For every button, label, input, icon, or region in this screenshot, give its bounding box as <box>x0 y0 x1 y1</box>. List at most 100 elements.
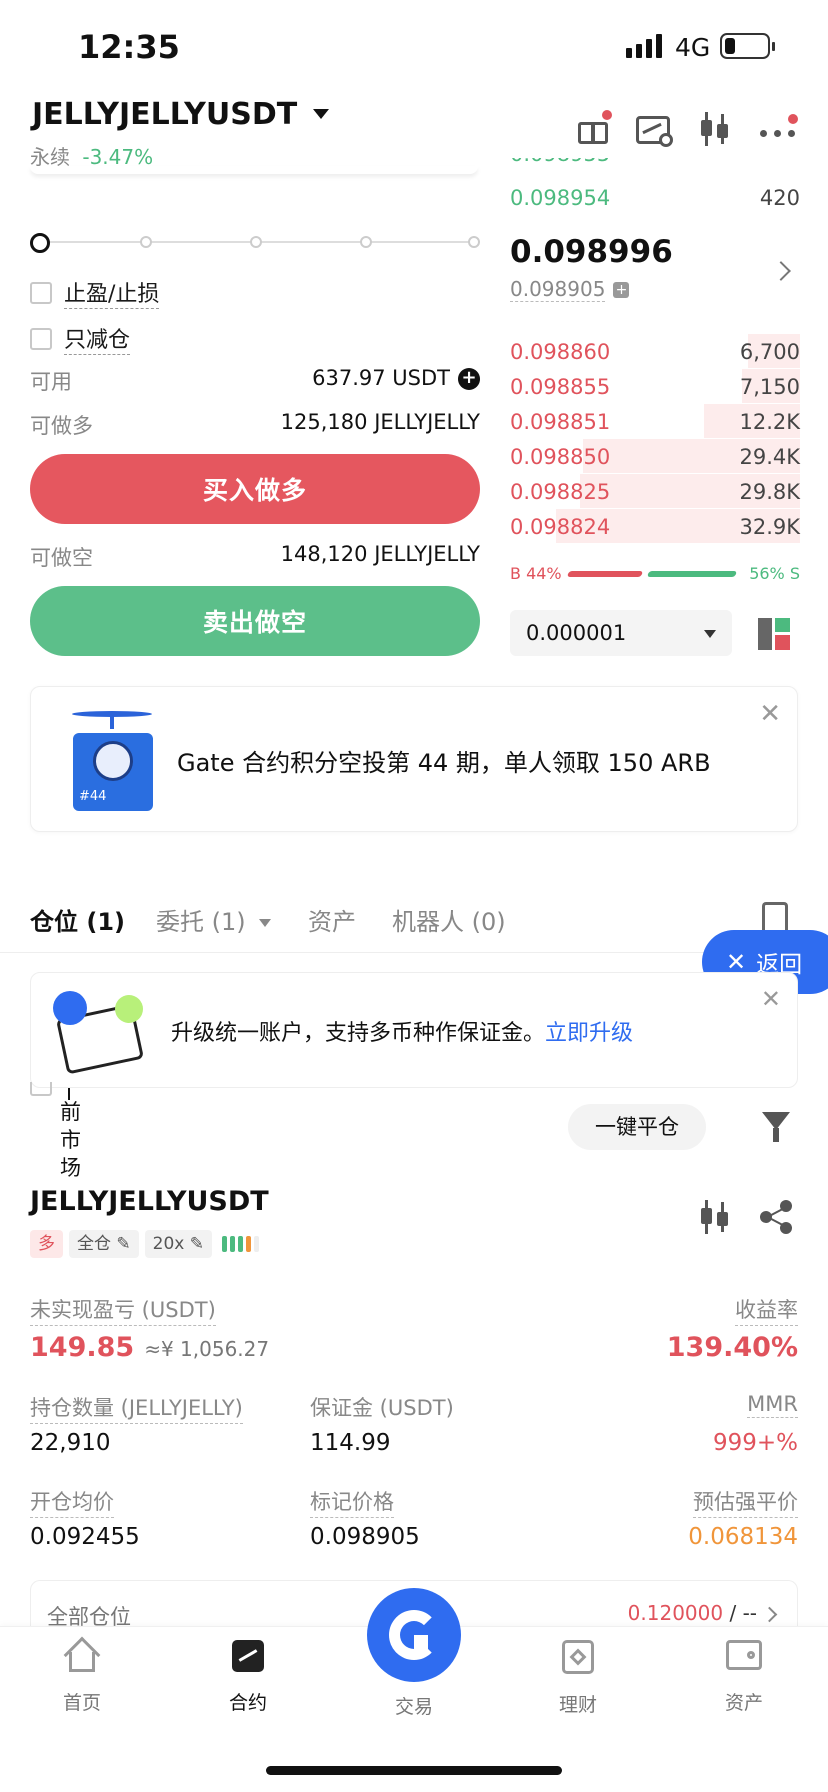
mmr-label: MMR <box>747 1392 798 1418</box>
tp-sl-option[interactable]: 止盈/止损 <box>30 276 160 309</box>
bid-row[interactable]: 0.098850 29.4K <box>510 439 800 473</box>
all-positions-suffix: / -- <box>729 1601 757 1625</box>
unrealized-pnl-value: 149.85 <box>30 1332 135 1363</box>
bid-amount: 12.2K <box>739 410 800 434</box>
all-positions-value: 0.120000 <box>627 1601 724 1625</box>
caret-down-icon <box>704 630 716 638</box>
positions-tabs: 仓位 (1) 委托 (1) 资产 机器人 (0) <box>30 902 800 942</box>
orderbook-layout-icon[interactable] <box>758 618 790 650</box>
tab-orders[interactable]: 委托 (1) <box>156 902 272 937</box>
buy-ratio-bar <box>566 571 644 577</box>
tab-positions[interactable]: 仓位 (1) <box>30 902 125 937</box>
futures-icon <box>232 1640 264 1672</box>
position-tags: 多 全仓 ✎ 20x ✎ <box>30 1230 260 1258</box>
caret-down-icon <box>259 919 272 927</box>
tab-orders-label: 委托 (1) <box>156 908 246 936</box>
sell-ratio-label: 56% S <box>749 564 800 583</box>
roe-label: 收益率 <box>735 1294 798 1326</box>
upgrade-text: 升级统一账户，支持多币种作保证金。立即升级 <box>171 1015 633 1047</box>
position-size-label: 持仓数量 (JELLYJELLY) <box>30 1392 243 1424</box>
nav-futures[interactable]: 合约 <box>188 1640 308 1715</box>
app-screen: 12:35 4G JELLYJELLYUSDT 永续 -3.47% 止盈/止损 … <box>0 0 828 1792</box>
ask-price: 0.098954 <box>510 186 611 210</box>
slider-handle[interactable] <box>30 233 50 253</box>
tab-assets[interactable]: 资产 <box>308 902 356 937</box>
wallet-illustration-icon <box>51 991 147 1075</box>
promo-banner[interactable]: #44 Gate 合约积分空投第 44 期，单人领取 150 ARB ✕ <box>30 686 798 832</box>
caret-down-icon <box>313 109 330 119</box>
leverage-slider[interactable] <box>30 230 480 254</box>
close-icon[interactable]: ✕ <box>761 985 781 1013</box>
sell-short-button[interactable]: 卖出做空 <box>30 586 480 656</box>
mark-price-icon: + <box>613 281 630 298</box>
can-long-label: 可做多 <box>30 414 93 438</box>
bid-amount: 29.4K <box>739 445 800 469</box>
bid-price: 0.098855 <box>510 375 611 399</box>
symbol-selector[interactable]: JELLYJELLYUSDT <box>32 92 330 136</box>
available-row: 可用 637.97 USDT + <box>30 366 480 396</box>
margin-label: 保证金 (USDT) <box>310 1396 454 1420</box>
nav-home-label: 首页 <box>62 1692 101 1714</box>
close-all-button[interactable]: 一键平仓 <box>568 1104 706 1150</box>
network-label: 4G <box>675 33 711 62</box>
bid-row[interactable]: 0.098825 29.8K <box>510 474 800 508</box>
current-market-stub <box>68 1088 70 1100</box>
liq-price-label: 预估强平价 <box>693 1486 798 1518</box>
status-bar: 12:35 4G <box>0 0 828 90</box>
chevron-right-icon[interactable] <box>771 261 791 281</box>
bid-row[interactable]: 0.098824 32.9K <box>510 509 800 543</box>
bid-row[interactable]: 0.098855 7,150 <box>510 369 800 403</box>
unrealized-pnl-cny: ≈¥ 1,056.27 <box>144 1337 270 1361</box>
position-size-value: 22,910 <box>30 1430 111 1456</box>
nav-assets[interactable]: 资产 <box>684 1640 804 1715</box>
home-indicator <box>266 1766 562 1775</box>
close-icon[interactable]: ✕ <box>759 701 781 727</box>
add-funds-icon[interactable]: + <box>458 368 480 390</box>
buy-long-button[interactable]: 买入做多 <box>30 454 480 524</box>
bid-amount: 29.8K <box>739 480 800 504</box>
candlestick-icon[interactable] <box>700 1200 730 1234</box>
nav-trade[interactable]: 交易 <box>352 1588 476 1758</box>
nav-assets-label: 资产 <box>724 1692 763 1714</box>
nav-home[interactable]: 首页 <box>22 1636 142 1715</box>
airdrop-illustration-icon: #44 <box>67 711 187 815</box>
bid-price: 0.098851 <box>510 410 611 434</box>
tp-sl-label: 止盈/止损 <box>64 276 160 309</box>
gift-icon[interactable] <box>578 110 612 144</box>
last-price: 0.098996 <box>510 234 673 270</box>
tab-bots[interactable]: 机器人 (0) <box>392 902 506 937</box>
all-positions-value-wrap: 0.120000 / -- <box>628 1601 757 1625</box>
reduce-only-checkbox[interactable] <box>30 327 52 350</box>
amount-input-edge <box>30 166 478 174</box>
bid-row[interactable]: 0.098860 6,700 <box>510 334 800 368</box>
leverage-badge[interactable]: 20x ✎ <box>144 1230 213 1258</box>
reduce-only-option[interactable]: 只减仓 <box>30 322 131 355</box>
mark-price-value: 0.098905 <box>310 1524 420 1550</box>
signal-icon <box>626 34 666 58</box>
bid-row[interactable]: 0.098851 12.2K <box>510 404 800 438</box>
status-time: 12:35 <box>78 28 180 66</box>
more-icon[interactable] <box>760 114 798 140</box>
banner-badge: #44 <box>79 789 107 804</box>
ask-row[interactable]: 0.098954 420 <box>510 180 800 214</box>
bid-price: 0.098824 <box>510 515 611 539</box>
margin-mode-badge[interactable]: 全仓 ✎ <box>69 1230 139 1258</box>
tp-sl-checkbox[interactable] <box>30 281 52 304</box>
margin-value: 114.99 <box>310 1430 391 1456</box>
can-short-label: 可做空 <box>30 546 93 570</box>
mark-price-row: 0.098905 + <box>510 277 630 302</box>
position-symbol[interactable]: JELLYJELLYUSDT <box>30 1186 269 1217</box>
available-value: 637.97 USDT <box>312 366 450 390</box>
unrealized-pnl: 149.85 ≈¥ 1,056.27 <box>30 1332 269 1363</box>
precision-select[interactable]: 0.000001 <box>510 610 732 656</box>
nav-finance[interactable]: 理财 <box>518 1640 638 1717</box>
share-icon[interactable] <box>760 1200 794 1234</box>
current-market-checkbox[interactable] <box>30 1082 52 1096</box>
chart-alert-icon[interactable] <box>636 116 673 147</box>
bid-amount: 7,150 <box>739 375 800 399</box>
candlestick-icon[interactable] <box>700 112 730 146</box>
edit-icon: ✎ <box>189 1234 205 1254</box>
roe-value: 139.40% <box>666 1332 798 1363</box>
upgrade-link[interactable]: 立即升级 <box>545 1021 633 1046</box>
bid-price: 0.098825 <box>510 480 611 504</box>
